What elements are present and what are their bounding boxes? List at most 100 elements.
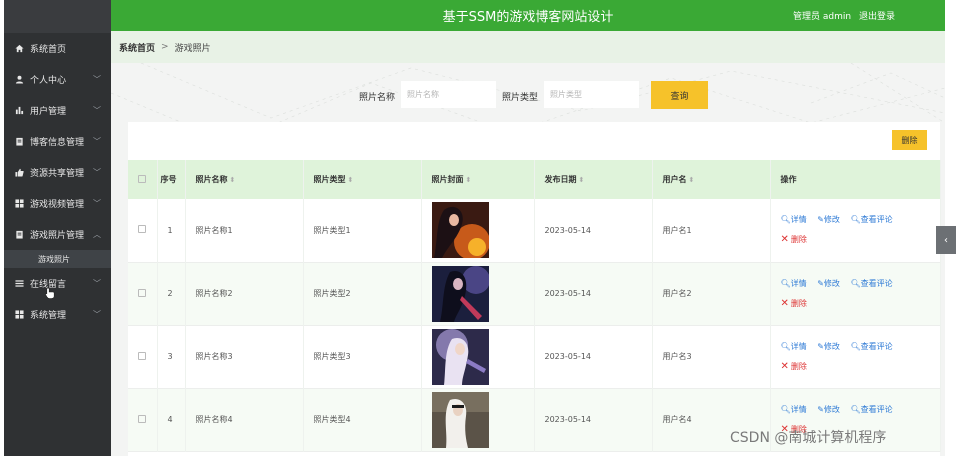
cell-date: 2023-05-14: [534, 199, 653, 262]
view-comments-button[interactable]: 🔍︎查看评论: [850, 405, 892, 414]
sidebar-item-home[interactable]: 系统首页: [4, 33, 111, 64]
sidebar-item-label: 游戏照片管理: [30, 231, 85, 241]
close-icon: ✕: [780, 234, 789, 246]
delete-row-button[interactable]: ✕ 删除: [780, 234, 807, 246]
breadcrumb-home[interactable]: 系统首页: [119, 41, 155, 54]
edit-label: 修改: [823, 278, 840, 288]
column-header-label: 照片名称: [195, 175, 228, 184]
sidebar-item-resource-sharing[interactable]: 资源共享管理 ﹀: [4, 157, 111, 188]
pencil-icon: ✎: [817, 278, 824, 288]
cell-cover: [421, 325, 535, 388]
sort-icon[interactable]: ⬍: [348, 176, 354, 184]
bar-chart-icon: [14, 106, 24, 116]
cell-actions: 🔍︎详情 ✎修改 🔍︎查看评论 ✕ 删除: [770, 262, 941, 325]
cell-type: 照片类型1: [303, 199, 422, 262]
comments-label: 查看评论: [860, 278, 893, 288]
delete-row-button[interactable]: ✕ 删除: [781, 298, 807, 309]
column-header-name[interactable]: 照片名称 ⬍: [185, 160, 304, 199]
top-header: 基于SSM的游戏博客网站设计 管理员 admin 退出登录: [111, 0, 945, 31]
table-row: 3 照片名称3 照片类型3 2023-05-14 用户名3 🔍︎详情 ✎修改 🔍…: [128, 325, 941, 388]
sidebar-item-video-management[interactable]: 游戏视频管理 ﹀: [4, 188, 111, 219]
sidebar-item-photo-management[interactable]: 游戏照片管理 ︿: [4, 219, 111, 250]
sidebar-item-system-management[interactable]: 系统管理 ﹀: [4, 299, 111, 330]
admin-user-label: 管理员 admin: [793, 12, 852, 22]
edit-label: 修改: [823, 215, 840, 225]
cell-actions: 🔍︎详情 ✎修改 🔍︎查看评论 ✕ 删除: [770, 199, 941, 262]
column-header-type[interactable]: 照片类型 ⬍: [303, 160, 422, 199]
column-header-user[interactable]: 用户名 ⬍: [652, 160, 771, 199]
sidebar-item-online-messages[interactable]: 在线留言 ﹀: [4, 268, 111, 299]
detail-button[interactable]: 🔍︎详情: [781, 279, 807, 288]
sidebar-item-user-management[interactable]: 用户管理 ﹀: [4, 95, 111, 126]
photo-type-input[interactable]: [544, 81, 639, 108]
cell-user: 用户名1: [652, 199, 771, 262]
sidebar-item-label: 博客信息管理: [30, 138, 85, 148]
delete-label: 删除: [790, 361, 807, 371]
chevron-down-icon: ﹀: [93, 199, 101, 208]
chevron-left-icon: ‹: [944, 234, 948, 246]
breadcrumb-separator: >: [161, 42, 169, 52]
comments-label: 查看评论: [860, 404, 893, 414]
search-bar: 照片名称 照片类型 查询: [111, 81, 945, 111]
table-row: 2 照片名称2 照片类型2 2023-05-14 用户名2 🔍︎详情 ✎修改 🔍…: [128, 262, 941, 325]
breadcrumb-current: 游戏照片: [174, 43, 211, 54]
view-comments-button[interactable]: 🔍︎查看评论: [850, 215, 892, 224]
detail-button[interactable]: 🔍︎详情: [781, 215, 807, 224]
row-checkbox-cell[interactable]: [128, 262, 158, 325]
photo-cover-thumbnail[interactable]: [431, 265, 489, 322]
search-icon: 🔍︎: [780, 278, 791, 288]
search-icon: 🔍︎: [850, 278, 861, 288]
photo-cover-thumbnail[interactable]: [431, 391, 489, 448]
detail-label: 详情: [790, 404, 807, 414]
table-header-row: 序号 照片名称 ⬍ 照片类型 ⬍ 照片封面 ⬍ 发布日期 ⬍ 用户名 ⬍ 操作: [128, 160, 941, 199]
sort-icon[interactable]: ⬍: [579, 176, 585, 184]
photo-name-input[interactable]: [401, 81, 496, 108]
delete-row-button[interactable]: ✕ 删除: [781, 361, 807, 372]
column-header-label: 发布日期: [544, 175, 577, 184]
row-checkbox[interactable]: [138, 414, 146, 423]
column-header-date[interactable]: 发布日期 ⬍: [534, 160, 653, 199]
query-button[interactable]: 查询: [651, 81, 708, 109]
sort-icon[interactable]: ⬍: [230, 176, 236, 184]
document-icon: [14, 230, 24, 240]
sidebar-item-blog-management[interactable]: 博客信息管理 ﹀: [4, 126, 111, 157]
detail-button[interactable]: 🔍︎详情: [781, 342, 807, 351]
chevron-down-icon: ﹀: [93, 75, 101, 84]
pencil-icon: ✎: [817, 404, 824, 414]
view-comments-button[interactable]: 🔍︎查看评论: [850, 342, 892, 351]
pencil-icon: ✎: [817, 215, 824, 225]
column-header-cover[interactable]: 照片封面 ⬍: [421, 160, 535, 199]
select-all-checkbox[interactable]: [138, 174, 146, 183]
sort-icon[interactable]: ⬍: [466, 176, 472, 184]
row-checkbox-cell[interactable]: [128, 325, 158, 388]
sort-icon[interactable]: ⬍: [689, 176, 695, 184]
batch-delete-button[interactable]: 删除: [892, 130, 927, 150]
select-all-checkbox-cell[interactable]: [128, 160, 158, 199]
sidebar-item-personal-center[interactable]: 个人中心 ﹀: [4, 64, 111, 95]
panel-collapse-tab[interactable]: ‹: [936, 226, 956, 254]
photo-cover-thumbnail[interactable]: [431, 202, 489, 259]
logout-link[interactable]: 退出登录: [859, 12, 895, 22]
cell-date: 2023-05-14: [534, 325, 653, 388]
edit-button[interactable]: ✎修改: [817, 215, 840, 224]
column-header-index: 序号: [157, 160, 186, 199]
delete-label: 删除: [790, 298, 807, 308]
column-header-label: 照片封面: [431, 175, 464, 184]
photo-cover-thumbnail[interactable]: [431, 328, 489, 385]
row-checkbox[interactable]: [138, 288, 146, 297]
document-icon: [14, 137, 24, 147]
cell-user: 用户名2: [652, 262, 771, 325]
view-comments-button[interactable]: 🔍︎查看评论: [850, 279, 892, 288]
mouse-cursor-icon: [45, 287, 55, 299]
row-checkbox-cell[interactable]: [128, 199, 158, 262]
row-checkbox-cell[interactable]: [128, 388, 158, 451]
detail-button[interactable]: 🔍︎详情: [781, 405, 807, 414]
cell-name: 照片名称4: [185, 388, 304, 451]
edit-button[interactable]: ✎修改: [817, 342, 840, 351]
edit-button[interactable]: ✎修改: [817, 279, 840, 288]
row-checkbox[interactable]: [138, 351, 146, 360]
cell-date: 2023-05-14: [534, 388, 653, 451]
row-checkbox[interactable]: [138, 225, 146, 234]
edit-button[interactable]: ✎修改: [817, 405, 840, 414]
sidebar-subitem-game-photos[interactable]: 游戏照片: [4, 250, 111, 268]
